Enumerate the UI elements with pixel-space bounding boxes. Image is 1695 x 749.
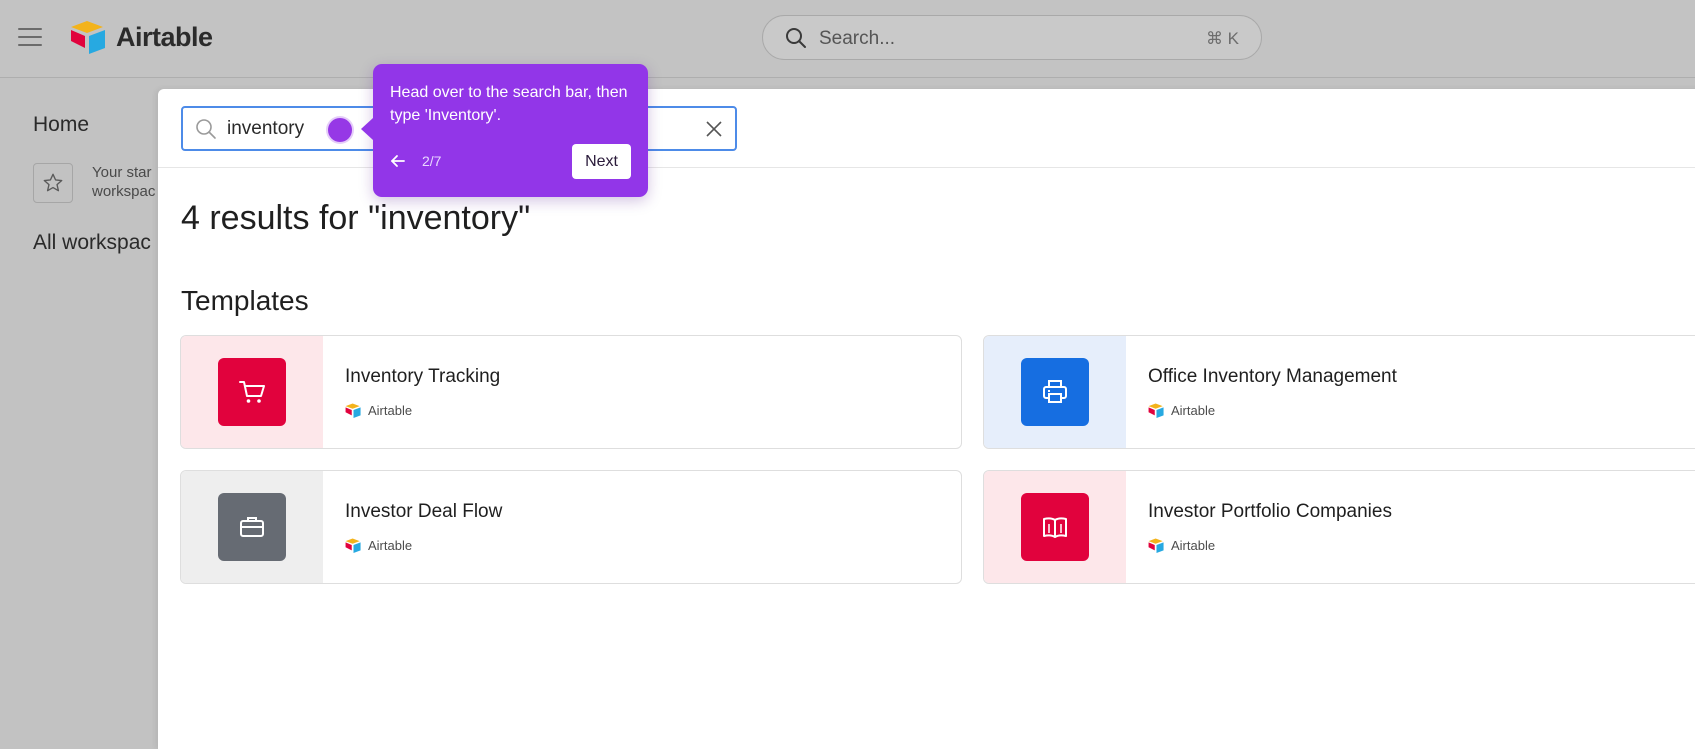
template-name: Investor Portfolio Companies xyxy=(1148,501,1392,522)
template-card[interactable]: Investor Deal Flow Airtable xyxy=(180,470,962,584)
tour-message: Head over to the search bar, then type '… xyxy=(390,84,628,124)
tour-hotspot-dot[interactable] xyxy=(328,118,352,142)
template-tile xyxy=(1021,493,1089,561)
tour-step-counter: 2/7 xyxy=(422,153,442,169)
sidebar-item-all-workspaces[interactable]: All workspac xyxy=(33,231,151,255)
global-search-bar[interactable]: Search... ⌘ K xyxy=(762,15,1262,60)
airtable-logo[interactable]: Airtable xyxy=(70,20,213,54)
airtable-logo-icon xyxy=(71,21,105,54)
top-navigation-bar: Airtable Search... ⌘ K xyxy=(0,0,1695,78)
template-publisher: Airtable xyxy=(345,538,412,553)
airtable-logo-icon xyxy=(345,403,361,418)
search-shortcut-hint: ⌘ K xyxy=(1205,29,1239,48)
templates-section-title: Templates xyxy=(181,285,309,316)
template-publisher: Airtable xyxy=(1148,538,1215,553)
template-card[interactable]: Office Inventory Management Airtable xyxy=(983,335,1695,449)
template-thumbnail xyxy=(984,471,1126,583)
global-search-placeholder: Search... xyxy=(819,28,896,49)
briefcase-icon xyxy=(240,517,264,537)
starred-hint-text: Your star workspac xyxy=(92,164,156,200)
app-name: Airtable xyxy=(116,21,213,52)
sidebar-item-home[interactable]: Home xyxy=(33,113,89,137)
tour-next-button[interactable]: Next xyxy=(572,144,631,179)
printer-icon xyxy=(1043,380,1067,403)
template-publisher: Airtable xyxy=(345,403,412,418)
search-icon xyxy=(196,119,216,139)
shopping-cart-icon xyxy=(239,381,265,403)
template-name: Inventory Tracking xyxy=(345,366,501,387)
template-name: Investor Deal Flow xyxy=(345,501,503,522)
arrow-left-icon[interactable] xyxy=(390,153,406,169)
template-thumbnail xyxy=(181,471,323,583)
template-tile xyxy=(218,493,286,561)
airtable-logo-icon xyxy=(345,538,361,553)
template-thumbnail xyxy=(984,336,1126,448)
star-icon xyxy=(33,163,73,203)
airtable-logo-icon xyxy=(1148,403,1164,418)
tour-tooltip: Head over to the search bar, then type '… xyxy=(361,64,648,197)
template-card[interactable]: Investor Portfolio Companies Airtable xyxy=(983,470,1695,584)
template-name: Office Inventory Management xyxy=(1148,366,1397,387)
open-book-icon xyxy=(1043,517,1067,538)
template-thumbnail xyxy=(181,336,323,448)
close-icon[interactable] xyxy=(705,120,723,138)
hamburger-menu-icon[interactable] xyxy=(18,28,42,48)
template-publisher: Airtable xyxy=(1148,403,1215,418)
template-card[interactable]: Inventory Tracking Airtable xyxy=(180,335,962,449)
search-icon xyxy=(786,28,806,48)
airtable-logo-icon xyxy=(1148,538,1164,553)
results-heading: 4 results for "inventory" xyxy=(181,199,531,237)
template-tile xyxy=(218,358,286,426)
template-tile xyxy=(1021,358,1089,426)
